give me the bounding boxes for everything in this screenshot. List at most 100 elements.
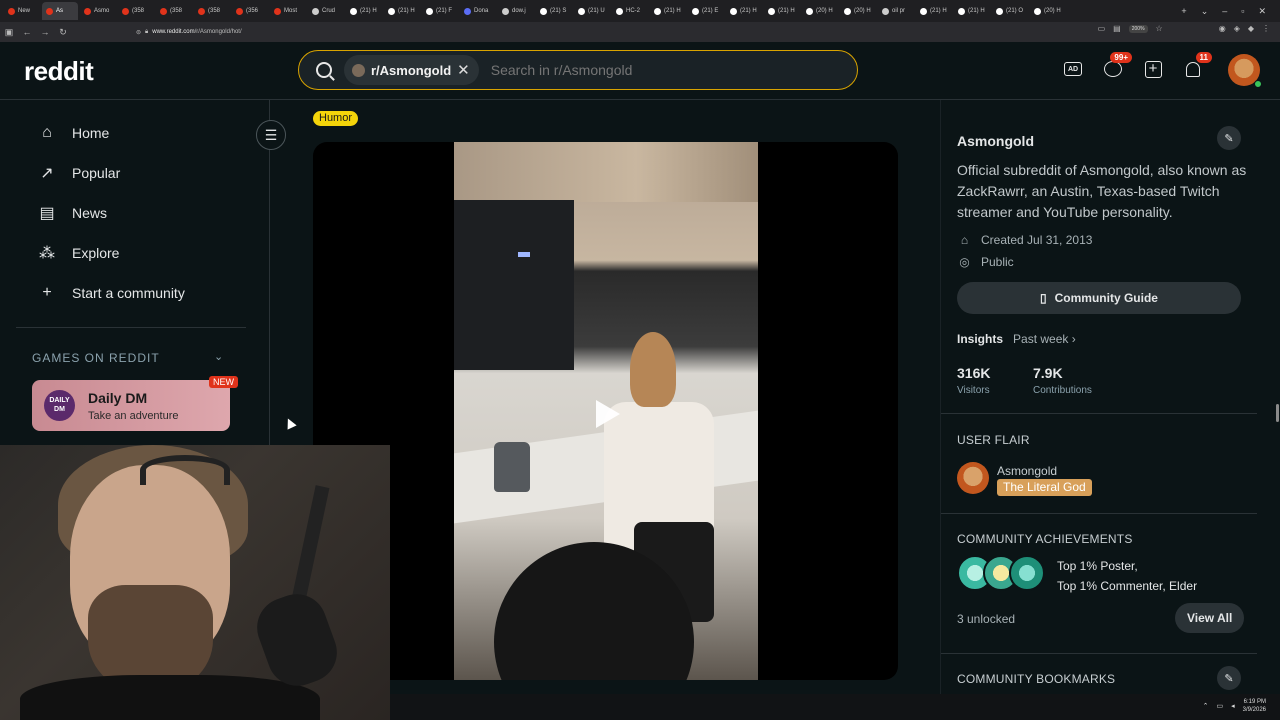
browser-tab[interactable]: (20) H — [802, 2, 838, 20]
maximize-icon[interactable]: ▫ — [1241, 6, 1244, 16]
daily-dm-card[interactable]: DAILY DM Daily DM Take an adventure NEW — [32, 376, 238, 431]
subreddit-search-chip[interactable]: r/Asmongold ✕ — [344, 55, 479, 85]
browser-tab[interactable]: oil pr — [878, 2, 914, 20]
url-host: www.reddit.com — [152, 29, 195, 35]
edit-icon[interactable]: ✎ — [1217, 666, 1241, 690]
bookmark-star-icon[interactable]: ☆ — [1156, 24, 1163, 33]
search-bar[interactable]: r/Asmongold ✕ — [298, 50, 858, 90]
user-flair-badge[interactable]: The Literal God — [997, 479, 1092, 496]
close-icon[interactable]: ✕ — [457, 61, 470, 79]
browser-tab[interactable]: (21) F — [422, 2, 458, 20]
back-icon[interactable]: ← — [18, 27, 36, 37]
insights-row[interactable]: Insights Past week › — [957, 332, 1076, 346]
sidebar-item-explore[interactable]: ⁂ Explore — [38, 244, 119, 262]
tab-label: Dona — [474, 8, 489, 14]
browser-tab[interactable]: New — [4, 2, 40, 20]
advertise-icon[interactable]: AD — [1062, 58, 1084, 80]
browser-tab[interactable]: (20) H — [1030, 2, 1066, 20]
view-all-button[interactable]: View All — [1175, 603, 1245, 633]
reddit-logo[interactable]: reddit — [24, 56, 94, 87]
new-tab-icon[interactable]: + — [1181, 6, 1186, 16]
browser-tab[interactable]: (21) S — [536, 2, 572, 20]
network-icon[interactable]: ▭ — [1217, 702, 1224, 710]
tab-label: (21) F — [436, 8, 453, 14]
browser-tab[interactable]: (21) H — [384, 2, 420, 20]
close-icon[interactable]: ✕ — [1258, 6, 1266, 17]
extension-icon[interactable]: ◈ — [1234, 24, 1240, 33]
browser-tab[interactable]: (21) O — [992, 2, 1028, 20]
page-scrollbar[interactable] — [1276, 404, 1279, 422]
browser-tab[interactable]: (20) H — [840, 2, 876, 20]
extension-icon[interactable]: ◆ — [1248, 24, 1254, 33]
chevron-down-icon[interactable]: ⌄ — [214, 350, 223, 363]
bookmarks-heading: COMMUNITY BOOKMARKS — [957, 672, 1116, 686]
tab-favicon-icon — [1034, 7, 1041, 15]
minimize-icon[interactable]: – — [1222, 6, 1227, 16]
browser-tab[interactable]: (21) E — [688, 2, 724, 20]
community-guide-button[interactable]: ▯ Community Guide — [957, 282, 1241, 314]
sidebar-toggle-icon[interactable]: ▣ — [0, 27, 18, 38]
browser-tab[interactable]: dow.j — [498, 2, 534, 20]
browser-tab[interactable]: Most — [270, 2, 306, 20]
tab-favicon-icon — [692, 7, 699, 15]
system-tray: ⌃ ▭ ◂ 6:19 PM 3/9/2026 — [1203, 698, 1266, 714]
tab-label: (21) H — [778, 8, 795, 14]
tab-favicon-icon — [464, 7, 471, 15]
profile-icon[interactable]: ◉ — [1219, 24, 1226, 33]
search-input[interactable] — [490, 62, 791, 78]
community-name: Asmongold — [957, 133, 1034, 149]
tab-label: (20) H — [816, 8, 833, 14]
chevron-down-icon[interactable]: ⌄ — [1201, 6, 1209, 17]
collapse-sidebar-button[interactable]: ☰ — [256, 120, 286, 150]
tab-favicon-icon — [844, 7, 851, 15]
sidebar-item-home[interactable]: ⌂ Home — [38, 124, 109, 142]
browser-tab[interactable]: HC-2 — [612, 2, 648, 20]
volume-icon[interactable]: ◂ — [1231, 702, 1235, 710]
menu-icon[interactable]: ⋮ — [1262, 24, 1270, 33]
clock[interactable]: 6:19 PM 3/9/2026 — [1243, 698, 1266, 714]
browser-tab[interactable]: As — [42, 2, 78, 20]
tab-label: New — [18, 8, 31, 14]
browser-tab[interactable]: Crud — [308, 2, 344, 20]
browser-tab[interactable]: (21) H — [916, 2, 952, 20]
sidebar-item-start-a-community[interactable]: + Start a community — [38, 284, 185, 302]
browser-tab[interactable]: (21) H — [726, 2, 762, 20]
reload-icon[interactable]: ↻ — [54, 27, 72, 38]
sidebar-item-news[interactable]: ▤ News — [38, 204, 107, 222]
browser-tab[interactable]: (358 — [194, 2, 230, 20]
site-info-icon[interactable]: ⊜ — [136, 29, 141, 36]
sidebar-item-popular[interactable]: ↗ Popular — [38, 164, 120, 182]
bell-icon[interactable]: 11 — [1182, 52, 1212, 80]
chat-icon[interactable]: 99+ — [1102, 52, 1132, 80]
browser-tab[interactable]: (21) H — [764, 2, 800, 20]
post-flair[interactable]: Humor — [313, 111, 359, 126]
screen-icon[interactable]: ▭ — [1098, 24, 1106, 33]
browser-tab[interactable]: (21) H — [650, 2, 686, 20]
play-icon[interactable] — [596, 400, 620, 428]
browser-tab[interactable]: (21) H — [346, 2, 382, 20]
browser-tab[interactable]: (356 — [232, 2, 268, 20]
chevron-up-icon[interactable]: ⌃ — [1203, 702, 1209, 710]
tab-favicon-icon — [426, 7, 433, 15]
browser-tab[interactable]: (358 — [156, 2, 192, 20]
video-scene-hair — [630, 332, 676, 407]
browser-tab[interactable]: (21) H — [954, 2, 990, 20]
contributions-value: 7.9K — [1033, 365, 1063, 381]
create-post-icon[interactable]: + — [1142, 58, 1164, 80]
zoom-indicator[interactable]: 200% — [1128, 24, 1148, 33]
forward-icon[interactable]: → — [36, 27, 54, 37]
created-text: Created Jul 31, 2013 — [981, 232, 1093, 247]
video-player[interactable] — [313, 142, 898, 680]
sidebar-item-label: News — [72, 205, 108, 221]
clock-date: 3/9/2026 — [1242, 707, 1266, 713]
browser-tab[interactable]: Asmo — [80, 2, 116, 20]
url-field[interactable]: ⊜ 🔒︎ www.reddit.com/r/Asmongold/hot/ — [136, 29, 242, 36]
browser-tab[interactable]: (21) U — [574, 2, 610, 20]
notification-badge: 11 — [1195, 52, 1212, 63]
reader-icon[interactable]: ▤ — [1113, 24, 1121, 33]
edit-icon[interactable]: ✎ — [1217, 126, 1241, 150]
games-section-heading[interactable]: GAMES ON REDDIT — [32, 351, 160, 365]
tab-favicon-icon — [996, 7, 1003, 15]
browser-tab[interactable]: (358 — [118, 2, 154, 20]
browser-tab[interactable]: Dona — [460, 2, 496, 20]
